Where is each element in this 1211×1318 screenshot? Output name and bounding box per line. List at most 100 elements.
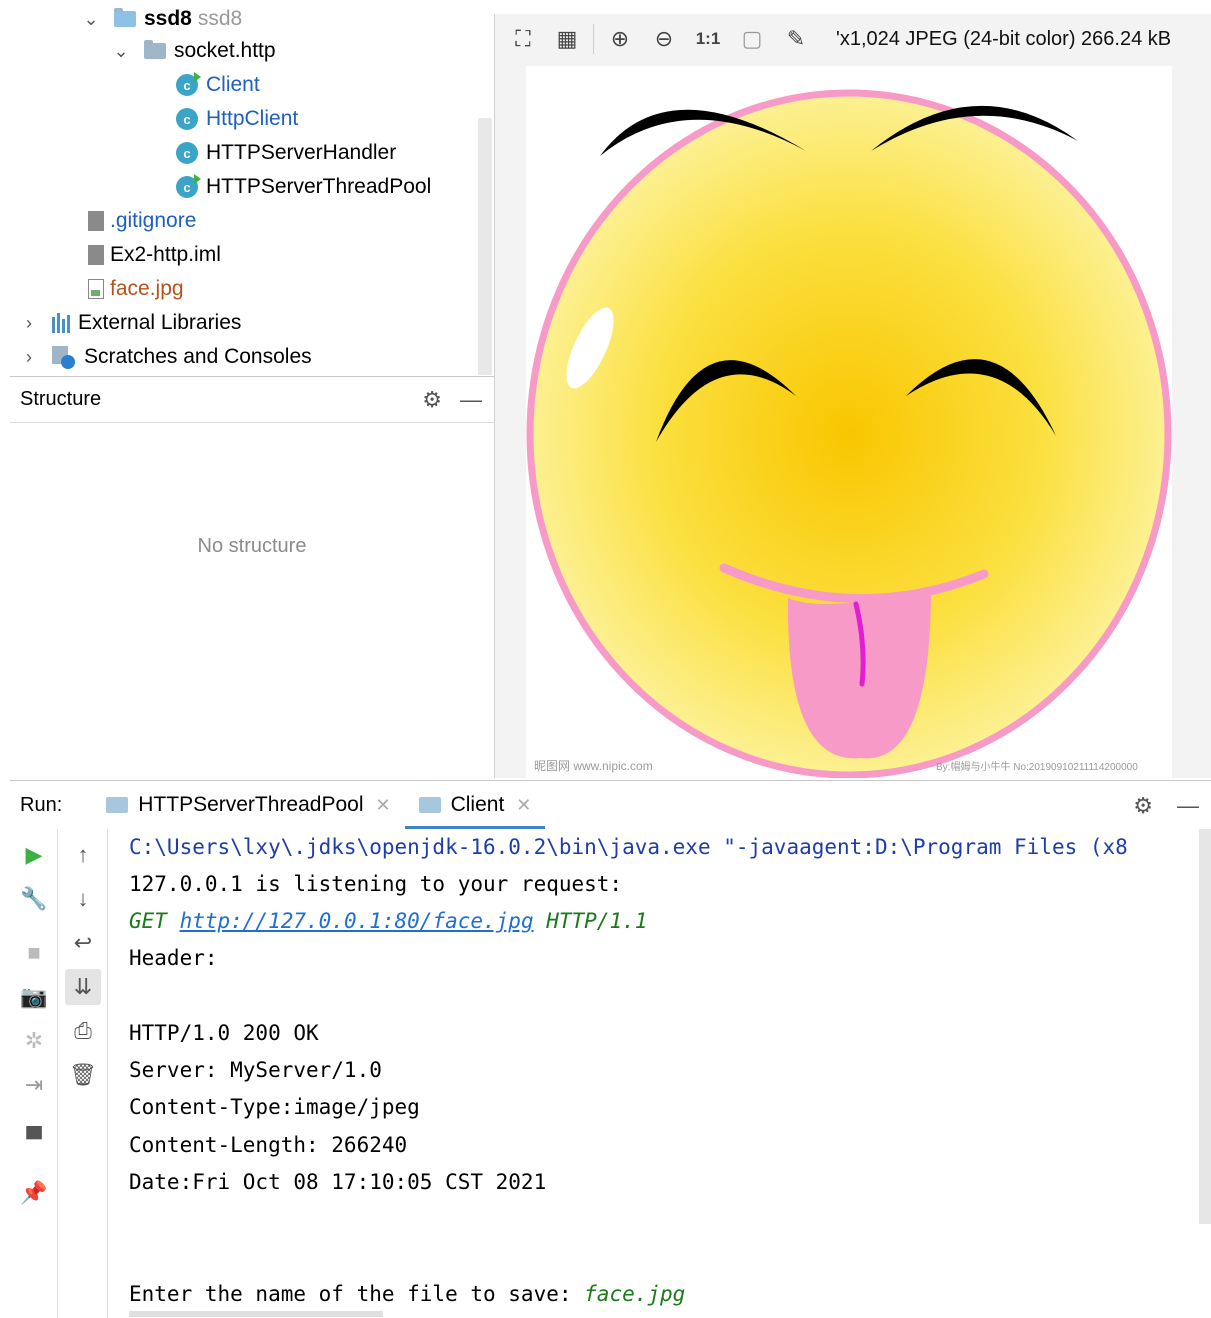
- console-line-content-type: Content-Type:image/jpeg: [129, 1095, 420, 1119]
- actual-size-button[interactable]: 1:1: [686, 29, 730, 49]
- tree-item-httpclient[interactable]: c HttpClient: [176, 102, 298, 136]
- fit-to-window-icon[interactable]: ⛶: [501, 26, 545, 52]
- image-canvas: 昵图网 www.nipic.com By:帽姆与小牛牛 No:201909102…: [526, 66, 1172, 778]
- runnable-class-icon: c: [176, 174, 201, 198]
- image-toolbar: ⛶ ▦ ⊕ ⊖ 1:1 ▢ ✎ 'x1,024 JPEG (24-bit col…: [495, 14, 1211, 64]
- console-actions-gutter: ↑ ↓ ↩ ⇊ ⎙ 🗑: [58, 829, 108, 1318]
- class-icon: c: [176, 142, 198, 164]
- tree-item-label: ssd8: [144, 7, 192, 30]
- tree-item-face-jpg[interactable]: face.jpg: [88, 272, 184, 306]
- tree-item-gitignore[interactable]: .gitignore: [88, 204, 196, 238]
- color-picker-icon[interactable]: ✎: [774, 26, 818, 52]
- zoom-in-icon[interactable]: ⊕: [598, 26, 642, 52]
- get-suffix: HTTP/1.1: [533, 909, 648, 933]
- tab-client[interactable]: Client ✕: [404, 781, 546, 829]
- structure-panel: Structure ⚙ — No structure: [10, 376, 494, 778]
- gear-icon[interactable]: ⚙: [422, 387, 442, 413]
- chevron-down-icon[interactable]: ⌄: [110, 41, 132, 62]
- wrench-icon[interactable]: 🔧: [16, 881, 52, 917]
- structure-empty-text: No structure: [197, 535, 307, 557]
- get-prefix: GET: [129, 909, 180, 933]
- tree-scrollbar[interactable]: [478, 118, 492, 375]
- user-input[interactable]: face.jpg: [584, 1282, 685, 1306]
- layout-icon[interactable]: ▀: [16, 1121, 52, 1157]
- close-icon[interactable]: ✕: [376, 795, 391, 816]
- close-icon[interactable]: ✕: [516, 795, 531, 816]
- tree-item-httpserverthreadpool[interactable]: c HTTPServerThreadPool: [176, 170, 431, 204]
- tree-item-label: Ex2-http.iml: [110, 243, 221, 266]
- arrow-down-icon[interactable]: ↓: [65, 881, 101, 917]
- zoom-out-icon[interactable]: ⊖: [642, 26, 686, 52]
- tab-httpserverthreadpool[interactable]: HTTPServerThreadPool ✕: [92, 781, 404, 829]
- tree-item-socket-http[interactable]: ⌄ socket.http: [110, 34, 275, 68]
- tree-item-external-libraries[interactable]: › External Libraries: [18, 306, 241, 340]
- chevron-down-icon[interactable]: ⌄: [80, 9, 102, 30]
- chevron-right-icon[interactable]: ›: [18, 313, 40, 334]
- prompt-text: Enter the name of the file to save:: [129, 1282, 585, 1306]
- console-horizontal-scrollbar[interactable]: [129, 1311, 383, 1317]
- rerun-icon[interactable]: ▶: [16, 837, 52, 873]
- soft-wrap-icon[interactable]: ↩: [65, 925, 101, 961]
- watermark-right: By:帽姆与小牛牛 No:20190910211114200000: [936, 760, 1138, 773]
- print-icon[interactable]: ⎙: [65, 1013, 101, 1049]
- tree-item-client[interactable]: c Client: [176, 68, 260, 102]
- console-line-get: GET http://127.0.0.1:80/face.jpg HTTP/1.…: [129, 903, 647, 940]
- module-folder-icon: [114, 8, 136, 27]
- toolbar-separator: [593, 24, 594, 54]
- trash-icon[interactable]: 🗑: [65, 1057, 101, 1093]
- console-output[interactable]: C:\Users\lxy\.jdks\openjdk-16.0.2\bin\ja…: [129, 829, 1211, 1318]
- tree-item-label: Scratches and Consoles: [84, 345, 312, 368]
- tree-item-ssd8[interactable]: ⌄ ssd8 ssd8: [80, 2, 242, 36]
- login-icon[interactable]: ⇥: [16, 1067, 52, 1103]
- console-line-header: Header:: [129, 946, 218, 970]
- pin-icon[interactable]: 📌: [16, 1175, 52, 1211]
- class-icon: c: [176, 108, 198, 130]
- tree-item-label: Client: [206, 73, 260, 96]
- gear-icon[interactable]: ⚙: [1133, 793, 1153, 819]
- structure-title: Structure: [20, 388, 102, 410]
- arrow-up-icon[interactable]: ↑: [65, 837, 101, 873]
- tree-item-secondary: ssd8: [197, 7, 243, 30]
- console-line-command: C:\Users\lxy\.jdks\openjdk-16.0.2\bin\ja…: [129, 835, 1128, 859]
- tab-label: HTTPServerThreadPool: [138, 793, 364, 816]
- get-url-link[interactable]: http://127.0.0.1:80/face.jpg: [180, 909, 534, 933]
- console-line-content-length: Content-Length: 266240: [129, 1133, 408, 1157]
- chevron-right-icon[interactable]: ›: [18, 347, 40, 368]
- package-icon: [144, 40, 166, 59]
- minimize-icon[interactable]: —: [460, 387, 482, 413]
- runnable-class-icon: c: [176, 72, 201, 96]
- module-file-icon: [88, 245, 104, 265]
- stop-icon[interactable]: ■: [16, 935, 52, 971]
- run-panel: Run: HTTPServerThreadPool ✕ Client ✕ ⚙ —…: [10, 780, 1211, 1318]
- scroll-to-end-icon[interactable]: ⇊: [65, 969, 101, 1005]
- smiley-face-image: 昵图网 www.nipic.com By:帽姆与小牛牛 No:201909102…: [526, 89, 1172, 778]
- run-label: Run:: [20, 793, 63, 816]
- image-info: 'x1,024 JPEG (24-bit color) 266.24 kB: [836, 27, 1172, 50]
- run-actions-gutter: ▶ 🔧 ■ 📷 ✲ ⇥ ▀ 📌: [10, 829, 58, 1318]
- grid-icon[interactable]: ▦: [545, 26, 589, 52]
- console-line-status: HTTP/1.0 200 OK: [129, 1021, 319, 1045]
- console-tab-icon: [106, 797, 129, 813]
- tree-item-label: .gitignore: [110, 209, 197, 232]
- camera-icon[interactable]: 📷: [16, 979, 52, 1015]
- scratches-icon: [52, 346, 76, 369]
- libraries-icon: [52, 313, 70, 333]
- minimize-icon[interactable]: —: [1177, 793, 1199, 819]
- console-line-prompt: Enter the name of the file to save: face…: [129, 1276, 685, 1313]
- project-tree: ⌄ ssd8 ssd8 ⌄ socket.http c Client c Htt…: [0, 0, 494, 375]
- background-icon[interactable]: ▢: [730, 26, 774, 52]
- structure-header: Structure ⚙ —: [10, 377, 494, 423]
- ignored-file-icon: [88, 211, 104, 231]
- console-line-server: Server: MyServer/1.0: [129, 1058, 382, 1082]
- console-tab-icon: [418, 797, 441, 813]
- console-line-listening: 127.0.0.1 is listening to your request:: [129, 872, 623, 896]
- tree-item-label: HttpClient: [206, 107, 299, 130]
- tree-item-httpserverhandler[interactable]: c HTTPServerHandler: [176, 136, 396, 170]
- debug-icon[interactable]: ✲: [16, 1023, 52, 1059]
- tree-item-scratches[interactable]: › Scratches and Consoles: [18, 340, 312, 374]
- tree-item-iml[interactable]: Ex2-http.iml: [88, 238, 221, 272]
- console-vertical-scrollbar[interactable]: [1199, 829, 1211, 1224]
- tree-item-label: External Libraries: [78, 311, 242, 334]
- tree-item-label: face.jpg: [110, 277, 184, 300]
- tab-label: Client: [450, 793, 505, 816]
